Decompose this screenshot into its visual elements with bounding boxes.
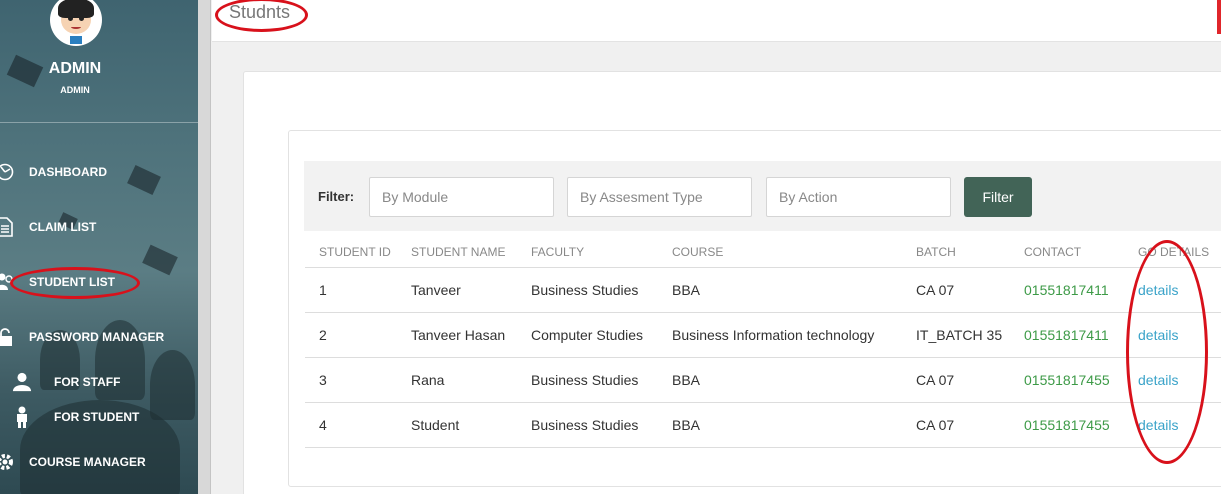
faculty: Computer Studies — [517, 312, 658, 358]
column-header: STUDENT ID — [305, 238, 397, 268]
user-icon — [12, 372, 32, 392]
sidebar-item-claim-list[interactable]: CLAIM LIST — [0, 215, 198, 239]
student-icon — [12, 406, 32, 428]
batch: CA 07 — [902, 402, 1010, 448]
table-header-row: STUDENT ID STUDENT NAME FACULTY COURSE B… — [305, 238, 1221, 268]
course: BBA — [658, 402, 902, 448]
avatar[interactable] — [50, 0, 102, 46]
header: Studnts — [212, 0, 1221, 42]
gear-icon — [0, 452, 15, 472]
sidebar: ADMIN ADMIN DASHBOARD CLAIM LIST STUDENT… — [0, 0, 198, 494]
lock-icon — [0, 327, 15, 347]
course: BBA — [658, 267, 902, 313]
user-role: ADMIN — [60, 85, 90, 95]
column-header: BATCH — [902, 238, 1010, 268]
student-id: 2 — [305, 312, 397, 358]
user-name: ADMIN — [48, 60, 102, 77]
column-header: CONTACT — [1010, 238, 1124, 268]
column-header: FACULTY — [517, 238, 658, 268]
students-table: STUDENT ID STUDENT NAME FACULTY COURSE B… — [305, 238, 1221, 448]
annotation-oval-details — [1126, 240, 1208, 464]
sidebar-item-dashboard[interactable]: DASHBOARD — [0, 160, 198, 184]
sidebar-scrollbar[interactable] — [198, 0, 211, 494]
contact: 01551817411 — [1010, 267, 1124, 313]
sidebar-item-label: PASSWORD MANAGER — [29, 330, 165, 344]
sidebar-item-label: DASHBOARD — [29, 165, 107, 179]
sidebar-item-label: CLAIM LIST — [29, 220, 97, 234]
student-name: Tanveer — [397, 267, 517, 313]
faculty: Business Studies — [517, 402, 658, 448]
table-row: 4 Student Business Studies BBA CA 07 015… — [305, 402, 1221, 448]
annotation-oval-student-list — [10, 267, 140, 299]
faculty: Business Studies — [517, 267, 658, 313]
batch: CA 07 — [902, 267, 1010, 313]
table-row: 2 Tanveer Hasan Computer Studies Busines… — [305, 312, 1221, 358]
document-icon — [0, 217, 15, 237]
sidebar-item-course-manager[interactable]: COURSE MANAGER — [0, 450, 198, 474]
sidebar-item-label: FOR STUDENT — [54, 410, 140, 424]
table-row: 1 Tanveer Business Studies BBA CA 07 015… — [305, 267, 1221, 313]
student-name: Tanveer Hasan — [397, 312, 517, 358]
sidebar-item-for-student[interactable]: FOR STUDENT — [0, 405, 198, 429]
module-filter-input[interactable] — [369, 177, 554, 217]
column-header: STUDENT NAME — [397, 238, 517, 268]
filter-button[interactable]: Filter — [964, 177, 1032, 217]
student-id: 4 — [305, 402, 397, 448]
contact: 01551817455 — [1010, 402, 1124, 448]
sidebar-item-label: COURSE MANAGER — [29, 455, 146, 469]
column-header: COURSE — [658, 238, 902, 268]
sidebar-item-label: FOR STAFF — [54, 375, 121, 389]
student-id: 3 — [305, 357, 397, 403]
course: Business Information technology — [658, 312, 902, 358]
table-row: 3 Rana Business Studies BBA CA 07 015518… — [305, 357, 1221, 403]
student-id: 1 — [305, 267, 397, 313]
action-filter-input[interactable] — [766, 177, 951, 217]
student-name: Rana — [397, 357, 517, 403]
course: BBA — [658, 357, 902, 403]
contact: 01551817411 — [1010, 312, 1124, 358]
sidebar-item-password-manager[interactable]: PASSWORD MANAGER — [0, 325, 198, 349]
header-accent — [1217, 0, 1221, 34]
faculty: Business Studies — [517, 357, 658, 403]
dashboard-icon — [0, 162, 15, 182]
batch: CA 07 — [902, 357, 1010, 403]
student-name: Student — [397, 402, 517, 448]
filter-label: Filter: — [318, 189, 355, 204]
sidebar-divider — [0, 122, 198, 123]
batch: IT_BATCH 35 — [902, 312, 1010, 358]
contact: 01551817455 — [1010, 357, 1124, 403]
assessment-type-filter-input[interactable] — [567, 177, 752, 217]
sidebar-item-for-staff[interactable]: FOR STAFF — [0, 370, 198, 394]
